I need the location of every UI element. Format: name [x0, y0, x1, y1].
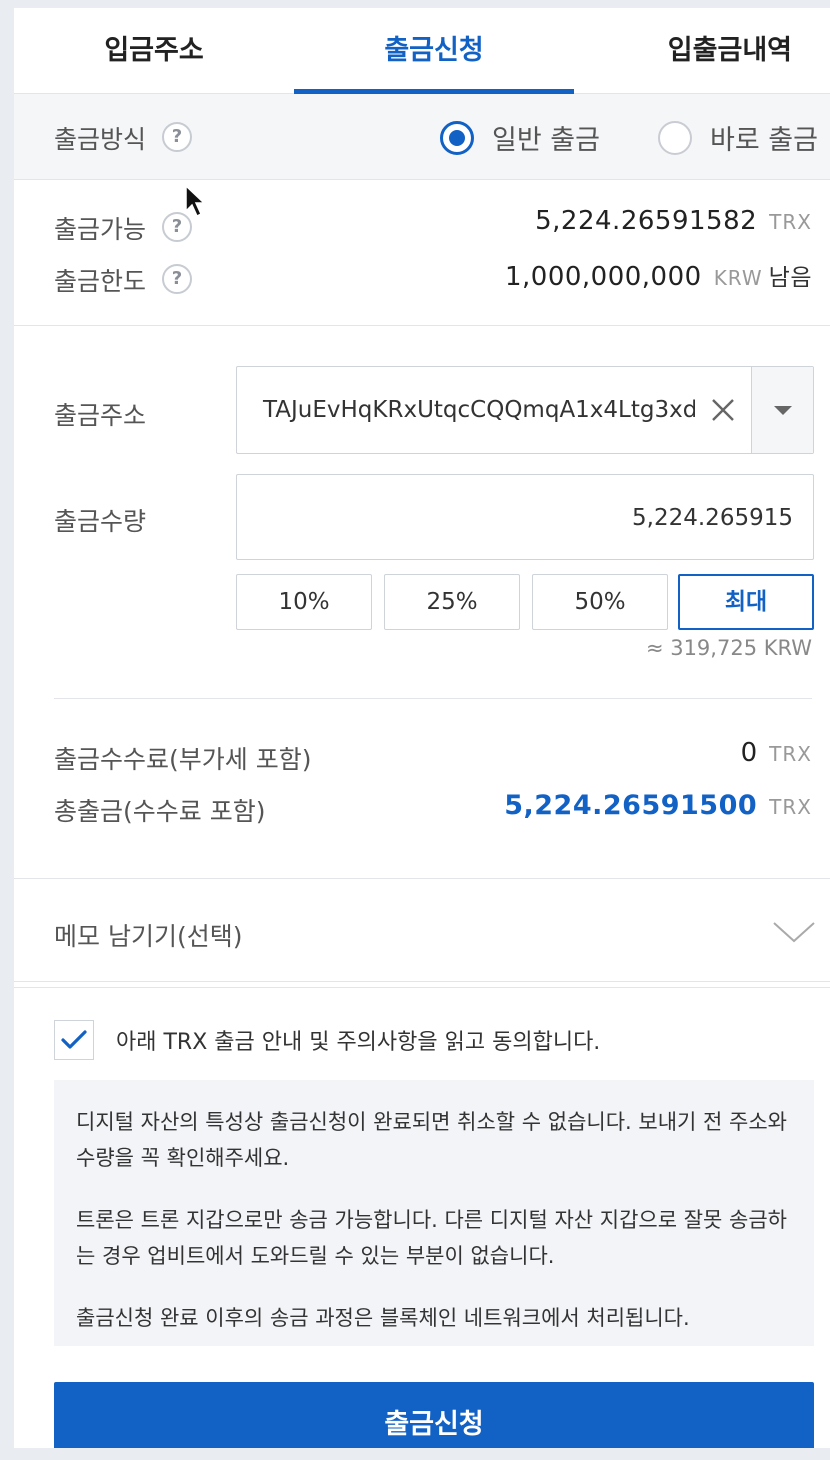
available-value: 5,224.26591582 [535, 206, 758, 236]
total-unit: TRX [769, 795, 812, 819]
radio-normal-label: 일반 출금 [492, 125, 600, 156]
chevron-down-icon [773, 922, 815, 943]
amount-input[interactable]: 5,224.265915 [236, 474, 814, 560]
amount-label: 출금수량 [54, 507, 147, 536]
method-help-icon[interactable]: ? [162, 122, 192, 152]
notice-paragraph: 출금신청 완료 이후의 송금 과정은 블록체인 네트워크에서 처리됩니다. [76, 1306, 690, 1330]
divider [54, 698, 812, 699]
availability-section: 출금가능 ? 5,224.26591582 TRX 출금한도 ? 1,000,00… [14, 180, 830, 326]
agree-checkbox[interactable] [54, 1020, 94, 1060]
fee-unit: TRX [769, 742, 812, 766]
checkmark-icon [61, 1030, 87, 1049]
radio-unselected-icon [658, 120, 692, 155]
limit-label: 출금한도 [54, 267, 147, 296]
method-label: 출금방식 [54, 125, 147, 154]
caret-down-icon [773, 405, 792, 415]
withdraw-method-row: 출금방식 ? 일반 출금 바로 출금 [14, 94, 830, 180]
close-icon [712, 399, 734, 421]
radio-instant-label: 바로 출금 [710, 125, 818, 156]
notice-paragraph: 디지털 자산의 특성상 출금신청이 완료되면 취소할 수 없습니다. 보내기 전… [76, 1110, 787, 1170]
address-input[interactable]: TAJuEvHqKRxUtqcCQQmqA1x4Ltg3xdN [237, 367, 695, 453]
submit-withdraw-button[interactable]: 출금신청 [54, 1382, 814, 1448]
total-label: 총출금(수수료 포함) [54, 797, 266, 826]
total-value: 5,224.26591500 [504, 790, 758, 821]
address-dropdown-button[interactable] [751, 367, 813, 453]
agree-text: 아래 TRX 출금 안내 및 주의사항을 읽고 동의합니다. [116, 1030, 601, 1055]
preset-max-button[interactable]: 최대 [678, 574, 814, 630]
radio-selected-icon [440, 120, 474, 155]
tab-withdraw-request[interactable]: 출금신청 [294, 8, 574, 94]
limit-suffix: 남음 [768, 265, 812, 291]
available-amount: 5,224.26591582 TRX [535, 206, 812, 236]
memo-label: 메모 남기기(선택) [54, 922, 243, 951]
limit-amount: 1,000,000,000 KRW 남음 [505, 258, 812, 292]
notice-box: 디지털 자산의 특성상 출금신청이 완료되면 취소할 수 없습니다. 보내기 전… [54, 1080, 814, 1346]
address-label: 출금주소 [54, 401, 147, 430]
limit-unit: KRW [713, 266, 763, 290]
memo-toggle[interactable]: 메모 남기기(선택) [14, 878, 830, 988]
fee-label: 출금수수료(부가세 포함) [54, 745, 312, 774]
tab-deposit-address[interactable]: 입금주소 [14, 8, 294, 93]
withdraw-panel: 입금주소 출금신청 입출금내역 출금방식 ? 일반 출금 바로 출금 출금가능 … [14, 8, 830, 1448]
limit-value: 1,000,000,000 [504, 262, 702, 292]
fee-value: 0 [740, 738, 758, 768]
clear-address-button[interactable] [695, 367, 751, 453]
preset-50-button[interactable]: 50% [532, 574, 668, 630]
address-field: TAJuEvHqKRxUtqcCQQmqA1x4Ltg3xdN [236, 366, 814, 454]
tab-history[interactable]: 입출금내역 [574, 8, 830, 93]
notice-paragraph: 트론은 트론 지갑으로만 송금 가능합니다. 다른 디지털 자산 지갑으로 잘못… [76, 1208, 787, 1268]
total-amount: 5,224.26591500 TRX [504, 790, 812, 821]
limit-help-icon[interactable]: ? [162, 264, 192, 294]
radio-instant-withdraw[interactable]: 바로 출금 [658, 118, 818, 157]
available-label: 출금가능 [54, 215, 147, 244]
agree-checkbox-row[interactable]: 아래 TRX 출금 안내 및 주의사항을 읽고 동의합니다. [54, 1020, 600, 1060]
preset-10-button[interactable]: 10% [236, 574, 372, 630]
available-unit: TRX [769, 210, 812, 234]
fee-amount: 0 TRX [741, 738, 812, 768]
tab-bar: 입금주소 출금신청 입출금내역 [14, 8, 830, 94]
approx-krw: ≈ 319,725 KRW [645, 636, 812, 660]
radio-normal-withdraw[interactable]: 일반 출금 [440, 118, 600, 157]
mouse-cursor-icon [185, 185, 206, 218]
preset-25-button[interactable]: 25% [384, 574, 520, 630]
